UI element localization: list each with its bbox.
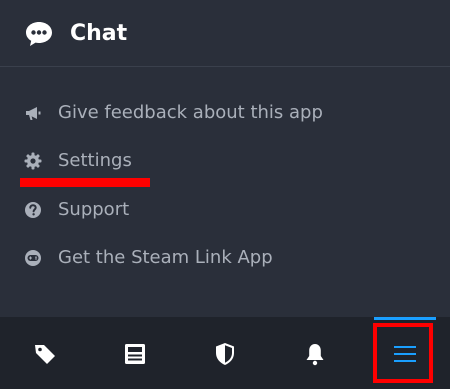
menu-item-settings[interactable]: Settings: [0, 139, 450, 183]
shield-icon: [216, 343, 234, 365]
gear-icon: [24, 152, 42, 170]
menu-item-label: Get the Steam Link App: [58, 247, 273, 268]
chat-bubble-icon: [26, 22, 52, 46]
app-header: Chat: [0, 0, 450, 67]
menu-item-give-feedback[interactable]: Give feedback about this app: [0, 91, 450, 135]
annotation-box: [373, 323, 433, 383]
question-circle-icon: [25, 202, 41, 218]
menu-item-support[interactable]: Support: [0, 188, 450, 232]
menu-item-label: Give feedback about this app: [58, 102, 323, 123]
gamepad-circle-icon: [25, 250, 41, 266]
tag-icon: [35, 345, 55, 364]
menu-item-label: Settings: [58, 150, 132, 171]
tab-notifications[interactable]: [270, 317, 360, 389]
menu-item-get-steam-link[interactable]: Get the Steam Link App: [0, 236, 450, 280]
tab-guard[interactable]: [180, 317, 270, 389]
page-title: Chat: [70, 21, 128, 46]
active-tab-indicator: [374, 317, 436, 320]
megaphone-icon: [26, 107, 41, 120]
news-icon: [125, 344, 145, 364]
tab-news[interactable]: [90, 317, 180, 389]
annotation-underline: [20, 178, 150, 187]
bell-icon: [306, 344, 324, 366]
tab-store[interactable]: [0, 317, 90, 389]
menu-item-label: Support: [58, 199, 130, 220]
